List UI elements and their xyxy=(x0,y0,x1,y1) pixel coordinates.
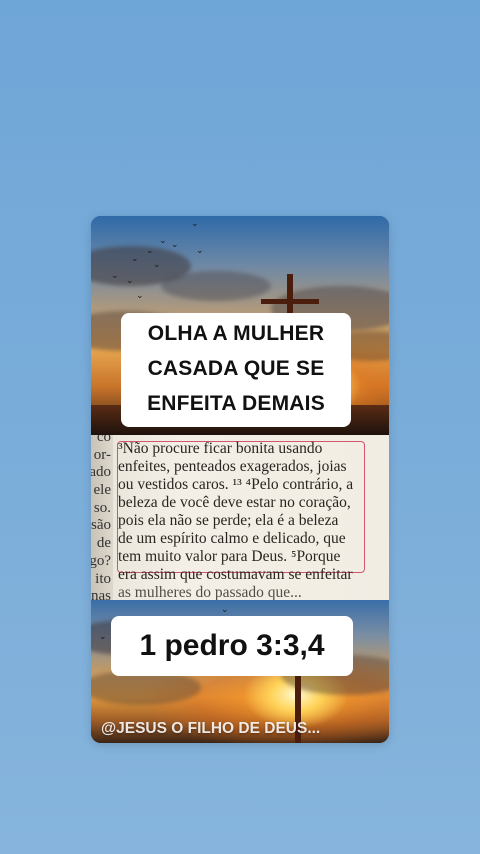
verse-line: de um espírito calmo e delicado, que xyxy=(118,530,346,547)
margin-fragment: go? xyxy=(91,553,111,569)
verse-line: tem muito valor para Deus. ⁵Porque xyxy=(118,548,341,565)
bird-icon: ⌄ xyxy=(99,631,107,641)
bird-icon: ⌄ xyxy=(159,235,167,245)
margin-fragment: nas xyxy=(91,588,111,600)
bible-page-image: co or- ado ele so. são de go? ito nas ³N… xyxy=(91,435,389,600)
margin-fragment: so. xyxy=(93,500,111,516)
bible-margin-column: co or- ado ele so. são de go? ito nas xyxy=(91,435,113,600)
verse-line: pois ela não se perde; ela é a beleza xyxy=(118,512,339,529)
caption-line: CASADA QUE SE xyxy=(147,357,325,380)
caption-box: OLHA A MULHER CASADA QUE SE ENFEITA DEMA… xyxy=(121,313,351,427)
bird-icon: ⌄ xyxy=(131,253,139,263)
margin-fragment: de xyxy=(96,535,111,551)
sunset-cross-image-bottom: ⌄ ⌄ 1 pedro 3:3,4 @JESUS O FILHO DE DEUS… xyxy=(91,600,389,743)
margin-fragment: co xyxy=(96,435,111,445)
verse-line: ³Não procure ficar bonita usando xyxy=(118,440,323,457)
verse-line: era assim que costumavam se enfeitar xyxy=(118,566,353,583)
verse-line: as mulheres do passado que... xyxy=(118,584,302,600)
verse-line: beleza de você deve estar no coração, xyxy=(118,494,351,511)
verse-line: ou vestidos caros. ¹³ ⁴Pelo contrário, a xyxy=(118,476,354,493)
cross-bar xyxy=(261,299,319,304)
channel-watermark: @JESUS O FILHO DE DEUS... xyxy=(101,720,321,737)
bird-icon: ⌄ xyxy=(126,275,134,285)
margin-fragment: ito xyxy=(95,571,111,587)
bird-icon: ⌄ xyxy=(136,290,144,300)
bird-icon: ⌄ xyxy=(153,259,161,269)
bird-icon: ⌄ xyxy=(191,218,199,228)
caption-line: OLHA A MULHER xyxy=(147,322,325,345)
verse-line: enfeites, penteados exagerados, joias xyxy=(118,458,347,475)
post-card: ⌄ ⌄ ⌄ ⌄ ⌄ ⌄ ⌄ ⌄ ⌄ ⌄ OLHA A MULHER CASADA… xyxy=(91,216,389,743)
bird-icon: ⌄ xyxy=(146,245,154,255)
margin-fragment: são xyxy=(91,517,111,533)
margin-fragment: ele xyxy=(93,482,111,498)
bird-icon: ⌄ xyxy=(171,239,179,249)
verse-reference-box: 1 pedro 3:3,4 xyxy=(111,616,353,676)
margin-fragment: ado xyxy=(91,464,111,480)
verse-reference: 1 pedro 3:3,4 xyxy=(139,629,325,662)
sunset-cross-image-top: ⌄ ⌄ ⌄ ⌄ ⌄ ⌄ ⌄ ⌄ ⌄ ⌄ OLHA A MULHER CASADA… xyxy=(91,216,389,435)
bird-icon: ⌄ xyxy=(196,245,204,255)
bird-icon: ⌄ xyxy=(111,270,119,280)
caption-line: ENFEITA DEMAIS xyxy=(147,392,325,415)
margin-fragment: or- xyxy=(93,447,111,463)
bird-icon: ⌄ xyxy=(221,604,229,614)
